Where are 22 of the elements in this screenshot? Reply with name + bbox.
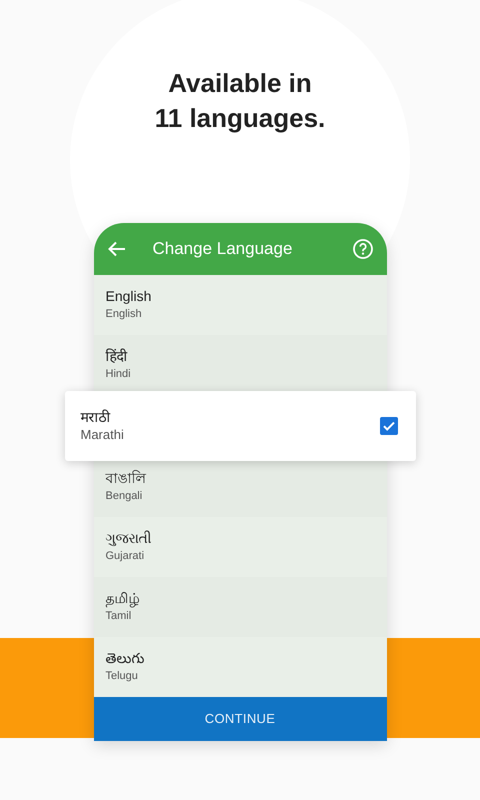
language-name: Telugu bbox=[106, 669, 139, 684]
continue-button[interactable]: CONTINUE bbox=[94, 697, 386, 741]
language-item[interactable]: मराठी Marathi bbox=[64, 391, 416, 461]
help-icon[interactable] bbox=[352, 239, 372, 259]
language-name: Hindi bbox=[106, 367, 132, 382]
headline: Available in bbox=[168, 67, 312, 100]
headline: 11 languages. bbox=[154, 102, 326, 135]
language-native-name: मराठी bbox=[80, 408, 112, 426]
language-native-name: বাঙালি bbox=[106, 469, 148, 487]
language-native-name: हिंदी bbox=[106, 347, 128, 365]
screen-title: Change Language bbox=[152, 238, 294, 260]
language-native-name: English bbox=[106, 287, 152, 305]
language-name: Tamil bbox=[106, 609, 132, 624]
back-icon[interactable] bbox=[108, 241, 126, 257]
language-native-name: ગુજરાતી bbox=[106, 529, 152, 547]
language-name: Marathi bbox=[80, 426, 125, 444]
language-name: Bengali bbox=[106, 489, 144, 504]
checkbox[interactable] bbox=[380, 417, 398, 435]
language-name: English bbox=[106, 307, 143, 322]
language-native-name: తెలుగు bbox=[106, 649, 146, 667]
language-name: Gujarati bbox=[106, 549, 146, 564]
language-native-name: தமிழ் bbox=[106, 589, 140, 607]
